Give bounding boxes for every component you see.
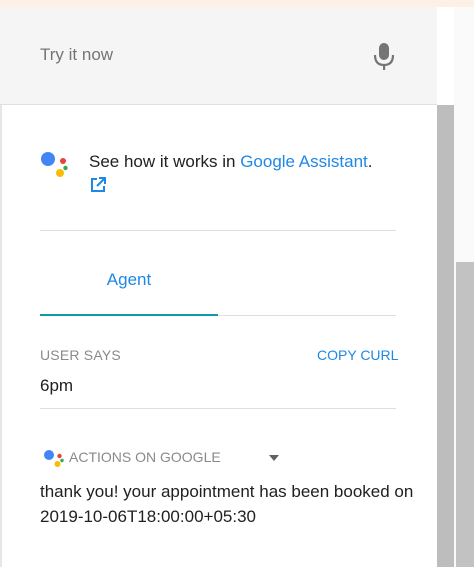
microphone-icon[interactable] (371, 41, 397, 71)
tab-agent[interactable]: Agent (40, 270, 218, 296)
try-it-now-bar[interactable]: Try it now (0, 7, 437, 105)
scrollbar-thumb[interactable] (456, 262, 474, 567)
actions-on-google-label: ACTIONS ON GOOGLE (69, 449, 221, 465)
panel-left-border (0, 105, 2, 567)
promo-prefix: See how it works in (89, 152, 241, 171)
google-assistant-link[interactable]: Google Assistant (240, 152, 368, 171)
divider-promo (40, 230, 396, 231)
copy-curl-button[interactable]: COPY CURL (317, 347, 398, 363)
assistant-promo-text: See how it works in Google Assistant. (89, 151, 373, 173)
caret-down-icon[interactable] (268, 454, 280, 462)
scrollbar-track[interactable] (437, 105, 454, 567)
tab-active-indicator (40, 314, 218, 316)
external-link-icon[interactable] (89, 176, 107, 194)
google-assistant-logo (41, 152, 68, 177)
google-assistant-logo (44, 450, 64, 467)
agent-response-text: thank you! your appointment has been boo… (40, 482, 414, 526)
user-says-label: USER SAYS (40, 347, 121, 363)
user-says-value: 6pm (40, 376, 74, 395)
top-strip (0, 0, 474, 7)
divider-user-says (40, 408, 396, 409)
promo-suffix: . (367, 152, 373, 171)
try-it-now-input[interactable]: Try it now (40, 45, 113, 65)
